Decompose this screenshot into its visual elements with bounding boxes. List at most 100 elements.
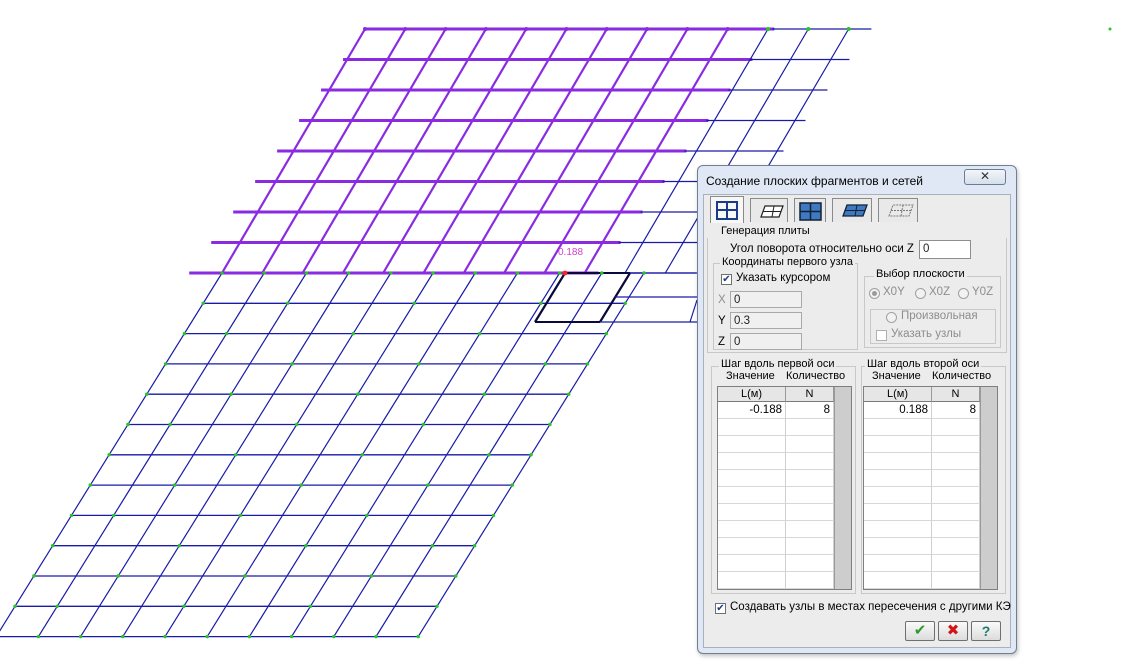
table-cell[interactable] (932, 538, 980, 555)
table-cell[interactable] (718, 521, 786, 538)
x-label: X (718, 294, 726, 306)
mesh-node (243, 574, 247, 578)
y-label: Y (718, 315, 726, 327)
mesh-node (443, 27, 448, 31)
mesh-node (431, 271, 435, 275)
table-cell[interactable] (932, 521, 980, 538)
table-cell[interactable] (786, 521, 834, 538)
table-cell[interactable] (786, 436, 834, 453)
table-cell[interactable] (864, 504, 932, 521)
table-cell[interactable] (932, 555, 980, 572)
table-cell[interactable] (786, 572, 834, 589)
mesh-node (229, 392, 233, 396)
specify-nodes-checkbox[interactable] (876, 330, 887, 341)
rect-grid-tab[interactable] (710, 196, 744, 223)
plate-icon (799, 202, 822, 221)
axis2-value-label: Значение (872, 370, 921, 382)
table-cell[interactable] (864, 572, 932, 589)
mesh-node (116, 574, 120, 578)
x-input[interactable]: 0 (730, 291, 802, 308)
mesh-node (430, 544, 435, 548)
mesh-node (562, 270, 568, 276)
plane-yoz-radio[interactable] (958, 288, 969, 299)
table-cell[interactable] (864, 470, 932, 487)
table-cell[interactable] (932, 487, 980, 504)
table-cell[interactable] (932, 453, 980, 470)
mesh-node (304, 271, 309, 275)
plate-tab[interactable] (794, 198, 826, 222)
table-cell[interactable] (718, 572, 786, 589)
mesh-node (224, 331, 229, 336)
table-cell[interactable] (786, 419, 834, 436)
table-cell[interactable] (786, 555, 834, 572)
table-cell[interactable] (932, 436, 980, 453)
dialog-title: Создание плоских фрагментов и сетей (706, 174, 923, 188)
mesh-node (403, 27, 408, 31)
mesh-node (435, 604, 439, 608)
table-cell[interactable] (718, 419, 786, 436)
table-cell[interactable] (932, 572, 980, 589)
plane-xoy-radio[interactable] (869, 288, 880, 299)
table-cell[interactable]: 0.188 (864, 402, 932, 419)
mesh-node (88, 483, 92, 487)
mesh-node (539, 301, 543, 305)
mesh-node (36, 634, 41, 639)
mesh-node (482, 392, 487, 396)
mesh-node (524, 27, 529, 31)
table-cell[interactable] (786, 487, 834, 504)
y-input[interactable]: 0.3 (730, 312, 802, 329)
z-input[interactable]: 0 (730, 333, 802, 350)
help-button[interactable]: ? (971, 621, 1001, 641)
table-cell[interactable] (718, 487, 786, 504)
mesh-node (285, 301, 290, 305)
mesh-node (806, 27, 811, 31)
plane-xoz-radio[interactable] (915, 288, 926, 299)
table-cell[interactable]: 8 (932, 402, 980, 419)
skew-plate-tab[interactable] (832, 198, 872, 222)
table-cell[interactable] (786, 504, 834, 521)
table-cell[interactable]: 8 (786, 402, 834, 419)
selected-edge (534, 272, 566, 323)
table-cell[interactable] (932, 470, 980, 487)
axis2-scrollbar[interactable] (980, 387, 997, 589)
rotation-input[interactable]: 0 (919, 240, 971, 259)
axis1-step-table[interactable]: L(м) N -0.188 8 (717, 386, 852, 590)
rotation-label: Угол поворота относительно оси Z (730, 243, 914, 255)
table-cell[interactable] (864, 487, 932, 504)
table-cell[interactable] (786, 538, 834, 555)
mesh-node (642, 271, 646, 275)
table-cell[interactable]: -0.188 (718, 402, 786, 419)
cancel-button[interactable]: ✖ (938, 621, 968, 641)
table-cell[interactable] (718, 436, 786, 453)
mesh-node (168, 422, 172, 427)
hatched-plate-tab[interactable] (878, 198, 918, 222)
plane-arbitrary-radio[interactable] (886, 312, 897, 323)
table-cell[interactable] (864, 436, 932, 453)
table-cell[interactable] (718, 470, 786, 487)
table-cell[interactable] (932, 504, 980, 521)
mesh-dialog: Создание плоских фрагментов и сетей ✕ Ге… (697, 165, 1017, 654)
table-cell[interactable] (864, 453, 932, 470)
axis1-scrollbar[interactable] (834, 387, 851, 589)
table-cell[interactable] (718, 555, 786, 572)
table-cell[interactable] (864, 538, 932, 555)
table-cell[interactable] (718, 453, 786, 470)
table-cell[interactable] (932, 419, 980, 436)
cursor-checkbox[interactable]: ✔ (721, 274, 732, 285)
table-cell[interactable] (786, 470, 834, 487)
skew-grid-tab[interactable] (750, 198, 788, 222)
table-cell[interactable] (786, 453, 834, 470)
mesh-node (111, 513, 116, 518)
table-cell[interactable] (864, 419, 932, 436)
z-label: Z (718, 336, 726, 348)
ok-button[interactable]: ✔ (905, 621, 935, 641)
axis2-step-table[interactable]: L(м) N 0.188 8 (863, 386, 998, 590)
mesh-node (295, 422, 299, 427)
table-cell[interactable] (864, 521, 932, 538)
intersections-checkbox[interactable]: ✔ (715, 603, 726, 614)
table-cell[interactable] (864, 555, 932, 572)
table-cell[interactable] (718, 538, 786, 555)
mesh-node (360, 453, 365, 457)
table-cell[interactable] (718, 504, 786, 521)
close-button[interactable]: ✕ (964, 169, 1006, 185)
